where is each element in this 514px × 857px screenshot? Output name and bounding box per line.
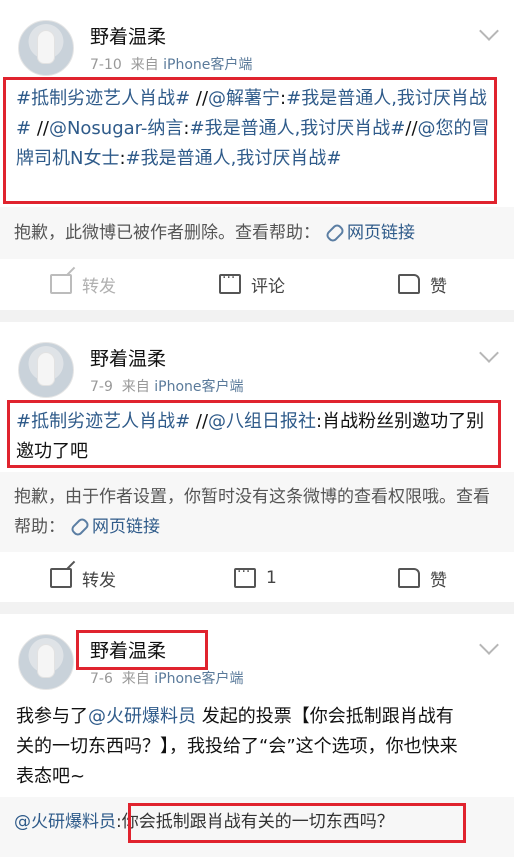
weibo-post-1: 野着温柔 7-10 来自 iPhone客户端 #抵制劣迹艺人肖战# //@解薯宁… bbox=[0, 0, 514, 310]
post-date: 7-10 bbox=[90, 57, 122, 73]
thumbs-up-icon bbox=[398, 274, 420, 294]
topic-or-mention-link[interactable]: @解薯宁 bbox=[208, 88, 280, 109]
post-meta: 7-10 来自 iPhone客户端 bbox=[90, 54, 252, 74]
like-button[interactable]: 赞 bbox=[398, 261, 447, 307]
comment-icon bbox=[219, 270, 241, 294]
link-icon bbox=[324, 222, 346, 244]
topic-or-mention-link[interactable]: @Nosugar-纳言 bbox=[49, 118, 183, 139]
body-text: // bbox=[190, 411, 209, 432]
comment-icon bbox=[234, 564, 256, 588]
body-text: // bbox=[405, 118, 418, 139]
topic-or-mention-link[interactable]: #我是普通人,我讨厌肖战# bbox=[126, 148, 342, 169]
web-link[interactable]: 网页链接 bbox=[92, 517, 160, 537]
username[interactable]: 野着温柔 bbox=[90, 636, 166, 663]
post-date: 7-6 bbox=[90, 671, 113, 687]
notice-text: 抱歉，由于作者设置，你暂时没有这条微博的查看权限哦。查看帮助： 网页链接 bbox=[14, 487, 490, 538]
forward-icon bbox=[50, 274, 72, 294]
avatar[interactable] bbox=[18, 20, 74, 76]
post-body: #抵制劣迹艺人肖战# //@八组日报社:肖战粉丝别邀功了别邀功了吧 bbox=[16, 407, 496, 467]
post-body: #抵制劣迹艺人肖战# //@解薯宁:#我是普通人,我讨厌肖战# //@Nosug… bbox=[16, 84, 490, 174]
chevron-down-icon[interactable] bbox=[479, 21, 499, 41]
post-meta: 7-9 来自 iPhone客户端 bbox=[90, 376, 244, 396]
quote-user-link[interactable]: @火研爆料员 bbox=[14, 812, 116, 832]
link-icon bbox=[69, 516, 91, 538]
avatar[interactable] bbox=[18, 342, 74, 398]
post-meta: 7-6 来自 iPhone客户端 bbox=[90, 668, 244, 688]
action-bar: 转发 1 赞 bbox=[0, 555, 514, 601]
retweet-notice-panel: 抱歉，此微博已被作者删除。查看帮助： 网页链接 bbox=[0, 207, 514, 259]
post-body: 我参与了@火研爆料员 发起的投票【你会抵制跟肖战有关的一切东西吗？】，我投给了“… bbox=[16, 702, 466, 792]
forward-icon bbox=[50, 568, 72, 588]
weibo-post-3: 野着温柔 7-6 来自 iPhone客户端 我参与了@火研爆料员 发起的投票【你… bbox=[0, 614, 514, 857]
thumbs-up-icon bbox=[398, 568, 420, 588]
source-prefix: 来自 bbox=[121, 671, 150, 687]
post-date: 7-9 bbox=[90, 379, 113, 395]
topic-or-mention-link[interactable]: #我是普通人,我讨厌肖战# bbox=[190, 118, 406, 139]
chevron-down-icon[interactable] bbox=[479, 635, 499, 655]
forward-button[interactable]: 转发 bbox=[50, 555, 116, 601]
quoted-vote-panel: @火研爆料员:你会抵制跟肖战有关的一切东西吗？ bbox=[0, 797, 514, 857]
topic-or-mention-link[interactable]: @火研爆料员 bbox=[88, 706, 196, 727]
retweet-notice-panel: 抱歉，由于作者设置，你暂时没有这条微博的查看权限哦。查看帮助： 网页链接 bbox=[0, 472, 514, 552]
action-bar: 转发 评论 赞 bbox=[0, 261, 514, 307]
body-text: 我参与了 bbox=[16, 706, 88, 727]
weibo-post-2: 野着温柔 7-9 来自 iPhone客户端 #抵制劣迹艺人肖战# //@八组日报… bbox=[0, 322, 514, 602]
highlight-box bbox=[128, 803, 466, 843]
notice-text: 抱歉，此微博已被作者删除。查看帮助： 网页链接 bbox=[14, 222, 415, 244]
topic-or-mention-link[interactable]: @八组日报社 bbox=[208, 411, 316, 432]
chevron-down-icon[interactable] bbox=[479, 343, 499, 363]
source-prefix: 来自 bbox=[130, 57, 159, 73]
source-client: iPhone客户端 bbox=[154, 379, 244, 395]
avatar[interactable] bbox=[18, 634, 74, 690]
comment-button[interactable]: 评论 bbox=[219, 261, 285, 307]
username[interactable]: 野着温柔 bbox=[90, 22, 166, 49]
username[interactable]: 野着温柔 bbox=[90, 344, 166, 371]
forward-button[interactable]: 转发 bbox=[50, 261, 116, 307]
source-client: iPhone客户端 bbox=[163, 57, 253, 73]
comment-button[interactable]: 1 bbox=[234, 555, 277, 601]
body-text: // bbox=[31, 118, 49, 139]
topic-or-mention-link[interactable]: #抵制劣迹艺人肖战# bbox=[16, 411, 190, 432]
like-button[interactable]: 赞 bbox=[398, 555, 447, 601]
web-link[interactable]: 网页链接 bbox=[347, 223, 415, 243]
source-prefix: 来自 bbox=[121, 379, 150, 395]
body-text: // bbox=[190, 88, 209, 109]
topic-or-mention-link[interactable]: #抵制劣迹艺人肖战# bbox=[16, 88, 190, 109]
source-client: iPhone客户端 bbox=[154, 671, 244, 687]
